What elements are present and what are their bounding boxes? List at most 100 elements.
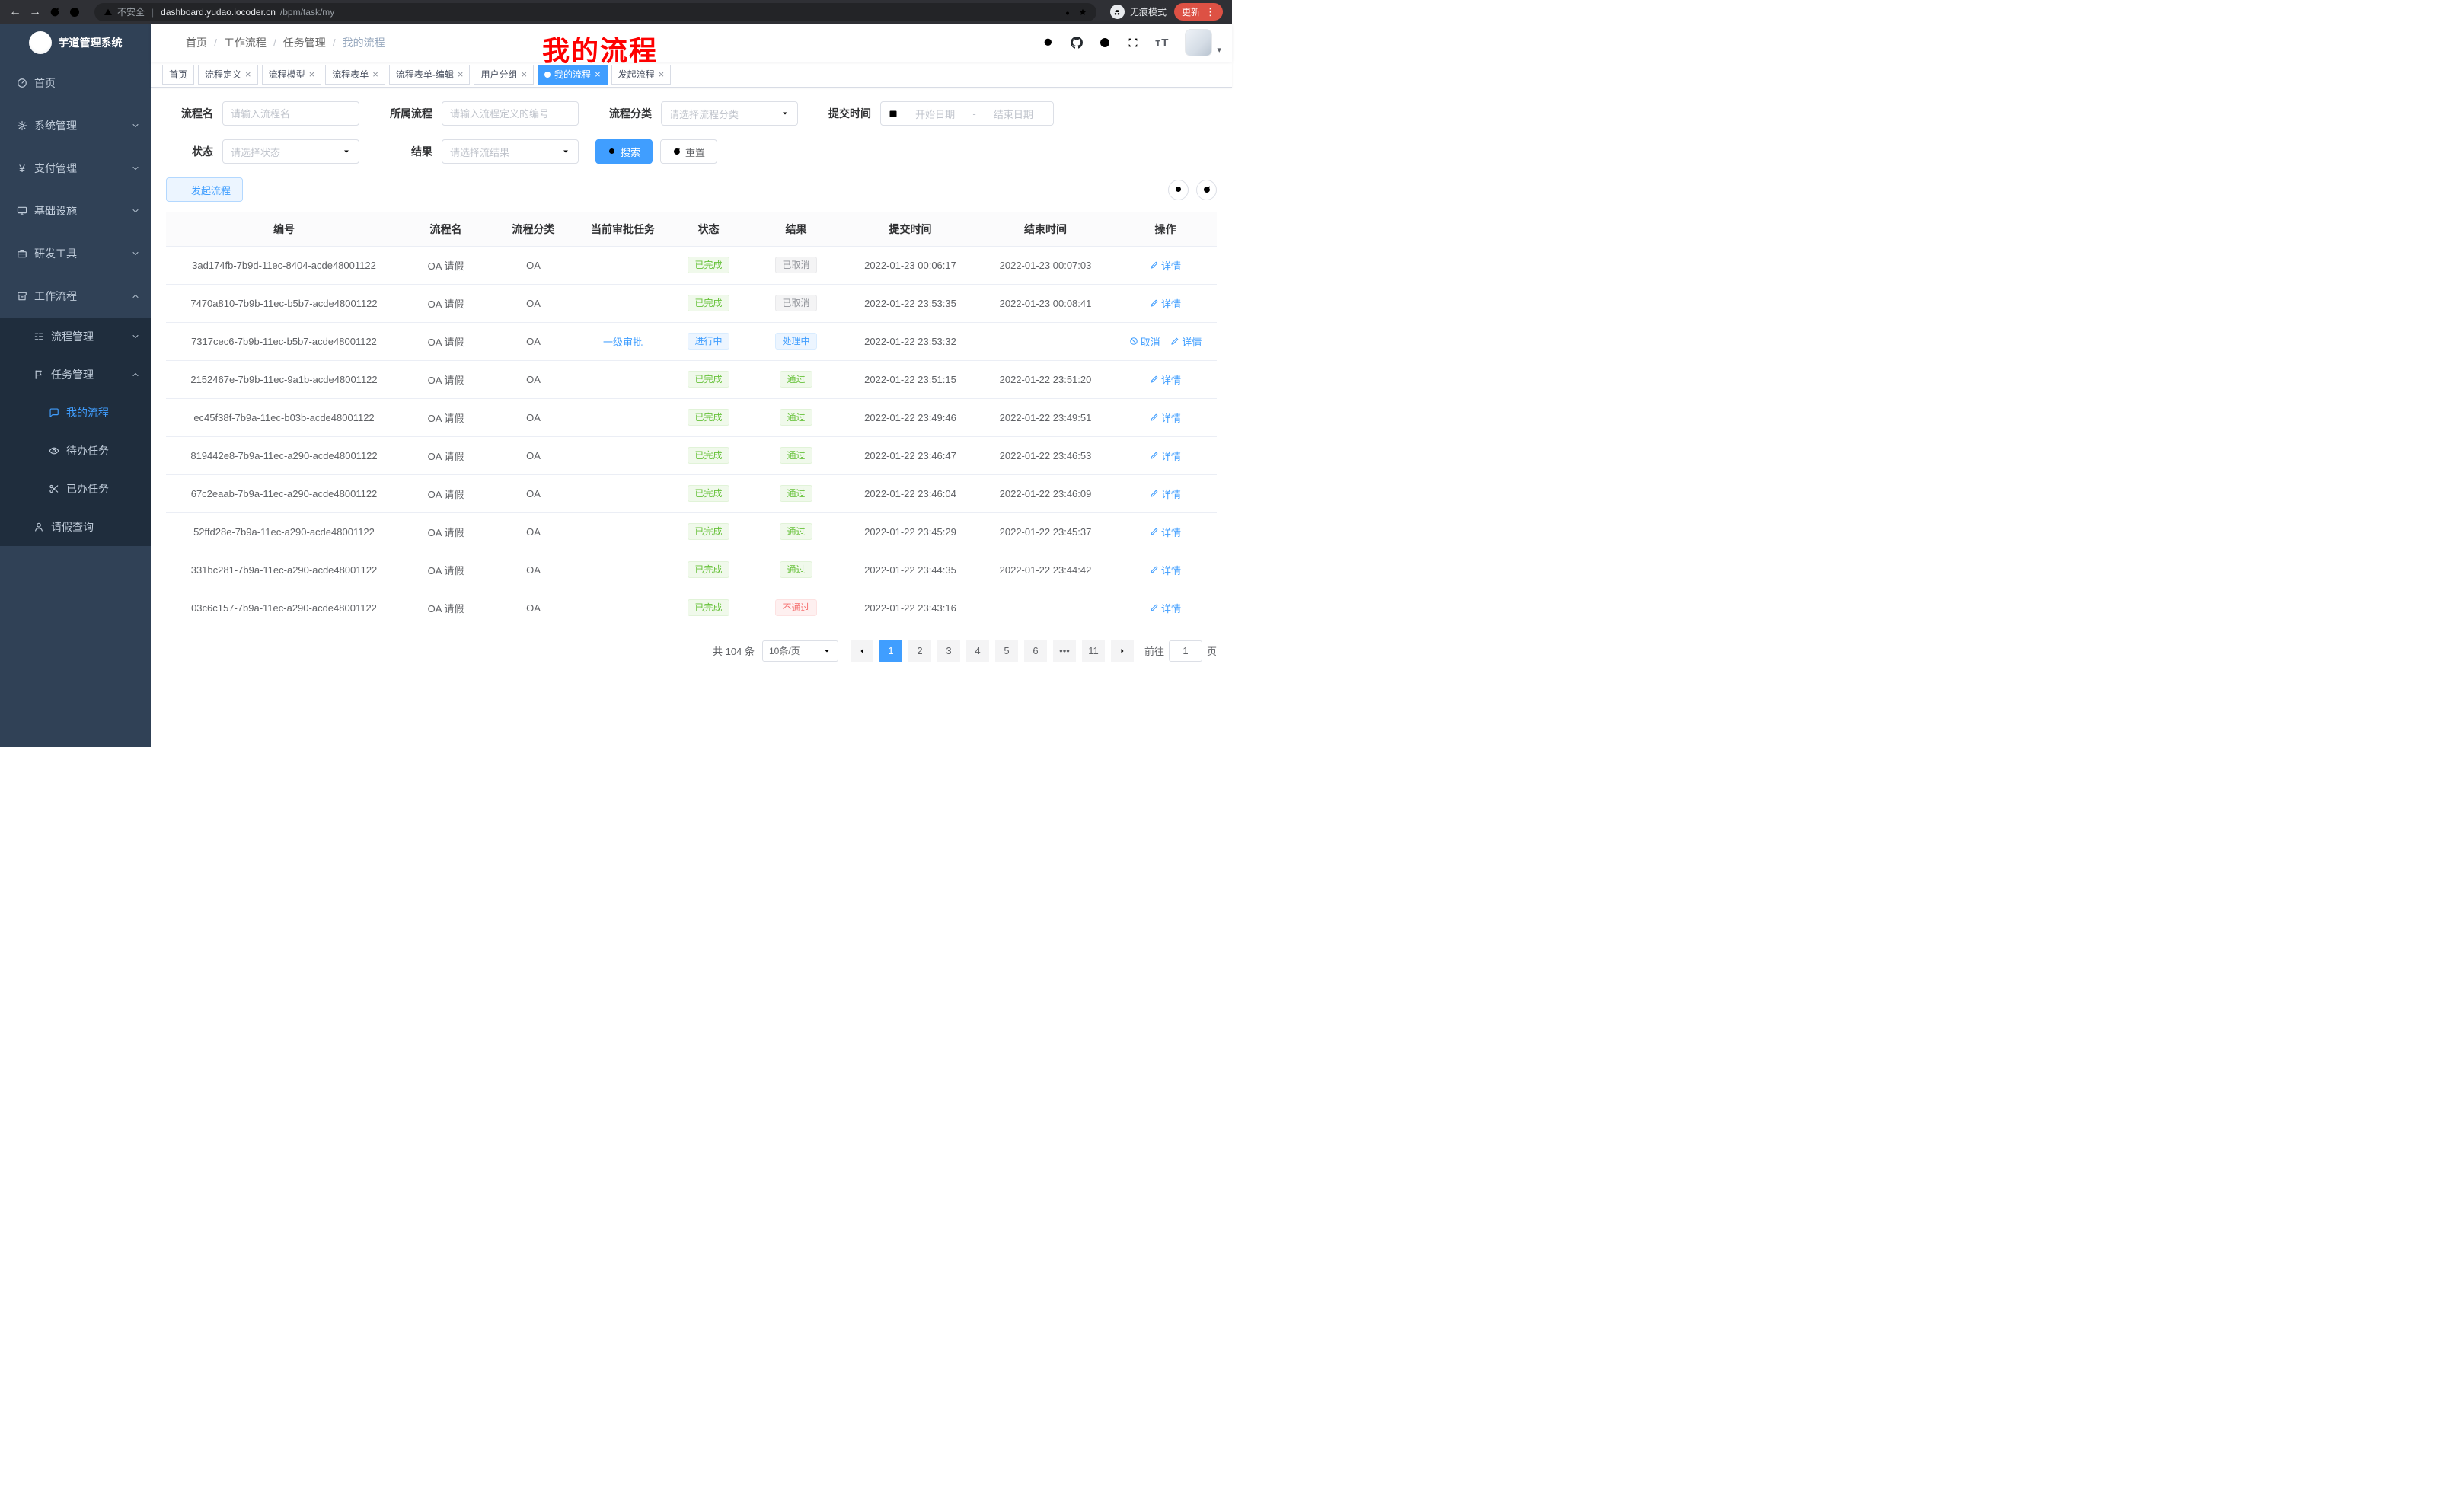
close-icon[interactable]: × bbox=[372, 69, 378, 79]
search-button[interactable]: 搜索 bbox=[595, 139, 653, 164]
browser-forward-icon[interactable]: → bbox=[29, 6, 41, 18]
col-header-category: 流程分类 bbox=[490, 212, 577, 246]
detail-link[interactable]: 详情 bbox=[1150, 563, 1181, 577]
detail-link[interactable]: 详情 bbox=[1150, 487, 1181, 501]
cell-id: 819442e8-7b9a-11ec-a290-acde48001122 bbox=[166, 436, 402, 474]
page-size-select[interactable]: 10条/页 bbox=[762, 640, 838, 662]
sidebar-item-process-management[interactable]: 流程管理 bbox=[0, 318, 151, 356]
bookmark-star-icon[interactable] bbox=[1078, 8, 1087, 17]
status-badge: 已完成 bbox=[688, 371, 729, 388]
close-icon[interactable]: × bbox=[595, 69, 601, 79]
browser-back-icon[interactable]: ← bbox=[9, 6, 21, 18]
page-button[interactable]: 1 bbox=[879, 640, 902, 662]
current-task-link[interactable]: 一级审批 bbox=[603, 334, 643, 349]
fullscreen-icon[interactable] bbox=[1127, 37, 1139, 49]
browser-home-icon[interactable] bbox=[69, 6, 81, 18]
prev-page-button[interactable] bbox=[851, 640, 873, 662]
close-icon[interactable]: × bbox=[458, 69, 464, 79]
close-icon[interactable]: × bbox=[659, 69, 665, 79]
app-logo[interactable]: 芋道管理系统 bbox=[0, 24, 151, 62]
browser-menu-dots-icon[interactable]: ⋮ bbox=[1205, 7, 1215, 17]
page-button[interactable]: 6 bbox=[1024, 640, 1047, 662]
key-icon[interactable] bbox=[1064, 8, 1074, 17]
chevron-right-icon bbox=[1118, 646, 1127, 656]
detail-link[interactable]: 详情 bbox=[1150, 258, 1181, 273]
sidebar-item-workflow[interactable]: 工作流程 bbox=[0, 275, 151, 318]
next-page-button[interactable] bbox=[1111, 640, 1134, 662]
address-bar[interactable]: 不安全 | dashboard.yudao.iocoder.cn /bpm/ta… bbox=[94, 3, 1096, 21]
avatar[interactable] bbox=[1185, 29, 1212, 56]
detail-link[interactable]: 详情 bbox=[1150, 410, 1181, 425]
category-select[interactable]: 请选择流程分类 bbox=[661, 101, 798, 126]
status-select[interactable]: 请选择状态 bbox=[222, 139, 359, 164]
help-icon[interactable] bbox=[1099, 37, 1111, 49]
cell-name: OA 请假 bbox=[402, 360, 490, 398]
github-icon[interactable] bbox=[1071, 37, 1083, 49]
cell-name: OA 请假 bbox=[402, 589, 490, 627]
sidebar-item-devtools[interactable]: 研发工具 bbox=[0, 232, 151, 275]
browser-refresh-icon[interactable] bbox=[49, 6, 61, 18]
process-name-input[interactable] bbox=[231, 108, 351, 120]
sidebar-item-system[interactable]: 系统管理 bbox=[0, 104, 151, 147]
sidebar-item-home[interactable]: 首页 bbox=[0, 62, 151, 104]
col-header-submit-time: 提交时间 bbox=[844, 212, 977, 246]
user-menu[interactable]: ▾ bbox=[1185, 29, 1221, 56]
detail-link[interactable]: 详情 bbox=[1150, 601, 1181, 615]
detail-link[interactable]: 详情 bbox=[1150, 296, 1181, 311]
end-date-placeholder[interactable]: 结束日期 bbox=[981, 107, 1045, 121]
detail-link[interactable]: 详情 bbox=[1170, 334, 1202, 349]
tab-home[interactable]: 首页 bbox=[162, 65, 194, 85]
yen-icon: ¥ bbox=[17, 163, 27, 174]
breadcrumb-item[interactable]: 任务管理 bbox=[283, 35, 326, 50]
refresh-table-button[interactable] bbox=[1196, 180, 1217, 200]
sidebar-item-payment[interactable]: ¥ 支付管理 bbox=[0, 147, 151, 190]
cell-submit-time: 2022-01-22 23:53:35 bbox=[844, 284, 977, 322]
breadcrumb-item[interactable]: 首页 bbox=[186, 35, 207, 50]
sidebar-item-my-process[interactable]: 我的流程 bbox=[0, 394, 151, 432]
sidebar-item-leave-query[interactable]: 请假查询 bbox=[0, 508, 151, 546]
font-size-icon[interactable]: тT bbox=[1155, 37, 1170, 49]
cell-submit-time: 2022-01-22 23:43:16 bbox=[844, 589, 977, 627]
page-button-last[interactable]: 11 bbox=[1082, 640, 1105, 662]
tab-process-definition[interactable]: 流程定义× bbox=[198, 65, 258, 85]
search-icon[interactable] bbox=[1042, 37, 1055, 49]
browser-update-button[interactable]: 更新 ⋮ bbox=[1174, 3, 1223, 21]
tab-process-form[interactable]: 流程表单× bbox=[325, 65, 385, 85]
tab-user-group[interactable]: 用户分组× bbox=[474, 65, 534, 85]
sidebar-item-todo-tasks[interactable]: 待办任务 bbox=[0, 432, 151, 470]
plus-icon bbox=[178, 185, 187, 194]
breadcrumb-separator: / bbox=[333, 37, 336, 49]
breadcrumb-item[interactable]: 工作流程 bbox=[224, 35, 267, 50]
edit-icon bbox=[1150, 298, 1159, 308]
page-button[interactable]: 3 bbox=[937, 640, 960, 662]
sidebar-item-task-management[interactable]: 任务管理 bbox=[0, 356, 151, 394]
show-search-button[interactable] bbox=[1168, 180, 1189, 200]
cell-task bbox=[577, 512, 669, 551]
date-range-picker[interactable]: 开始日期 - 结束日期 bbox=[880, 101, 1054, 126]
tab-process-form-edit[interactable]: 流程表单-编辑× bbox=[389, 65, 471, 85]
goto-page-input[interactable] bbox=[1169, 640, 1202, 662]
sidebar-item-infrastructure[interactable]: 基础设施 bbox=[0, 190, 151, 232]
detail-link[interactable]: 详情 bbox=[1150, 449, 1181, 463]
search-icon bbox=[1174, 185, 1183, 194]
close-icon[interactable]: × bbox=[245, 69, 251, 79]
detail-link[interactable]: 详情 bbox=[1150, 372, 1181, 387]
sidebar-item-done-tasks[interactable]: 已办任务 bbox=[0, 470, 151, 508]
reset-button[interactable]: 重置 bbox=[660, 139, 717, 164]
close-icon[interactable]: × bbox=[521, 69, 527, 79]
page-button[interactable]: 2 bbox=[908, 640, 931, 662]
tab-process-model[interactable]: 流程模型× bbox=[262, 65, 322, 85]
process-definition-input[interactable] bbox=[450, 108, 570, 120]
detail-link[interactable]: 详情 bbox=[1150, 525, 1181, 539]
page-button[interactable]: 4 bbox=[966, 640, 989, 662]
security-label[interactable]: 不安全 bbox=[117, 5, 145, 18]
close-icon[interactable]: × bbox=[309, 69, 315, 79]
result-select[interactable]: 请选择流结果 bbox=[442, 139, 579, 164]
page-ellipsis[interactable]: ••• bbox=[1053, 640, 1076, 662]
page-button[interactable]: 5 bbox=[995, 640, 1018, 662]
status-badge: 已完成 bbox=[688, 561, 729, 578]
start-date-placeholder[interactable]: 开始日期 bbox=[903, 107, 967, 121]
start-process-button[interactable]: 发起流程 bbox=[166, 177, 243, 202]
hamburger-icon[interactable] bbox=[151, 24, 186, 62]
cancel-link[interactable]: 取消 bbox=[1129, 334, 1160, 349]
